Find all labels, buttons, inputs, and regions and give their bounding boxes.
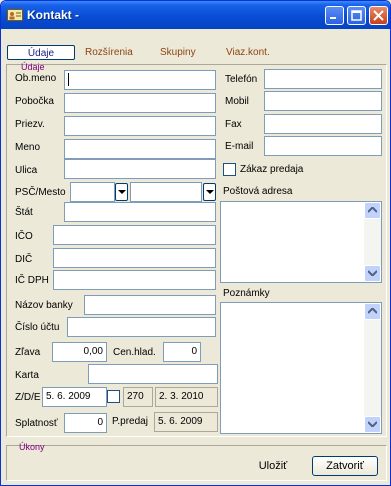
nazov-banky-input[interactable] bbox=[84, 295, 216, 315]
tab-udaje[interactable]: Údaje bbox=[7, 45, 75, 60]
scroll-up-button[interactable] bbox=[364, 202, 381, 219]
email-input[interactable] bbox=[264, 136, 382, 156]
postova-adresa-textarea[interactable] bbox=[220, 201, 382, 283]
cislo-uctu-label: Číslo účtu bbox=[15, 322, 60, 333]
zde-date2-field: 2. 3. 2010 bbox=[155, 387, 218, 407]
mesto-input[interactable] bbox=[130, 182, 202, 202]
telefon-label: Telefón bbox=[225, 74, 258, 85]
close-button[interactable]: Zatvoriť bbox=[312, 456, 378, 476]
chevron-up-icon bbox=[368, 207, 377, 213]
poznamky-textarea[interactable] bbox=[220, 302, 382, 434]
chevron-up-icon bbox=[368, 308, 377, 314]
psc-mesto-label: PSČ/Mesto bbox=[15, 187, 66, 198]
zakaz-predaja-checkbox[interactable] bbox=[223, 163, 236, 176]
zlava-label: Zľava bbox=[15, 347, 41, 358]
contact-window: Kontakt - Údaje Rozšírenia Skupiny Viaz.… bbox=[0, 0, 391, 486]
nazov-banky-label: Názov banky bbox=[15, 300, 73, 311]
contact-card-icon bbox=[7, 9, 23, 21]
cislo-uctu-input[interactable] bbox=[67, 317, 216, 337]
zde-date-input[interactable]: 5. 6. 2009 bbox=[42, 387, 107, 407]
tab-viaz-kont[interactable]: Viaz.kont. bbox=[226, 45, 270, 60]
ulica-input[interactable] bbox=[64, 159, 216, 179]
p-predaj-label: P.predaj bbox=[112, 416, 148, 427]
splatnost-input[interactable]: 0 bbox=[64, 413, 107, 433]
ico-label: IČO bbox=[15, 231, 33, 242]
mobil-label: Mobil bbox=[225, 96, 249, 107]
save-button[interactable]: Uložiť bbox=[248, 456, 298, 476]
dic-input[interactable] bbox=[53, 248, 216, 268]
text-cursor bbox=[68, 72, 69, 86]
tab-skupiny[interactable]: Skupiny bbox=[160, 45, 196, 60]
ob-meno-label: Ob.meno bbox=[15, 73, 57, 84]
chevron-down-icon bbox=[368, 421, 377, 427]
chevron-down-icon bbox=[368, 270, 377, 276]
ob-meno-input[interactable] bbox=[64, 70, 216, 90]
pobocka-label: Pobočka bbox=[15, 96, 54, 107]
dic-label: DIČ bbox=[15, 254, 33, 265]
scroll-down-button[interactable] bbox=[364, 416, 381, 433]
stat-input[interactable] bbox=[64, 202, 216, 222]
fax-input[interactable] bbox=[264, 114, 382, 134]
mesto-dropdown-button[interactable] bbox=[203, 183, 216, 201]
zde-number-field: 270 bbox=[123, 387, 153, 407]
maximize-icon bbox=[351, 10, 362, 21]
priezv-label: Priezv. bbox=[15, 119, 45, 130]
tab-rozsirenia[interactable]: Rozšírenia bbox=[85, 45, 133, 60]
priezvisko-input[interactable] bbox=[64, 116, 216, 136]
scroll-down-button[interactable] bbox=[364, 265, 381, 282]
p-predaj-field: 5. 6. 2009 bbox=[154, 412, 218, 432]
close-icon bbox=[373, 10, 384, 21]
ulica-label: Ulica bbox=[15, 165, 38, 176]
scroll-up-button[interactable] bbox=[364, 303, 381, 320]
pobocka-input[interactable] bbox=[64, 93, 216, 113]
postova-adresa-label: Poštová adresa bbox=[223, 186, 293, 197]
zlava-input[interactable]: 0,00 bbox=[52, 342, 107, 362]
karta-input[interactable] bbox=[88, 364, 218, 384]
close-window-button[interactable] bbox=[369, 6, 388, 25]
postova-adresa-scrollbar[interactable] bbox=[364, 202, 381, 282]
minimize-button[interactable] bbox=[325, 6, 344, 25]
title-bar[interactable]: Kontakt - bbox=[1, 1, 390, 29]
poznamky-label: Poznámky bbox=[223, 288, 270, 299]
telefon-input[interactable] bbox=[264, 69, 382, 89]
email-label: E-mail bbox=[225, 141, 254, 152]
psc-dropdown-button[interactable] bbox=[115, 183, 128, 201]
psc-input[interactable] bbox=[70, 182, 115, 202]
maximize-button[interactable] bbox=[347, 6, 366, 25]
zde-checkbox[interactable] bbox=[107, 390, 120, 403]
ico-input[interactable] bbox=[53, 225, 216, 245]
meno-input[interactable] bbox=[64, 139, 216, 159]
ic-dph-label: IČ DPH bbox=[15, 275, 49, 286]
chevron-down-icon bbox=[118, 190, 126, 194]
meno-label: Meno bbox=[15, 142, 41, 153]
zakaz-predaja-label: Zákaz predaja bbox=[240, 164, 304, 175]
fax-label: Fax bbox=[225, 119, 242, 130]
cen-hlad-label: Cen.hlad. bbox=[113, 347, 156, 358]
chevron-down-icon bbox=[206, 190, 214, 194]
ic-dph-input[interactable] bbox=[53, 270, 216, 290]
mobil-input[interactable] bbox=[264, 91, 382, 111]
poznamky-scrollbar[interactable] bbox=[364, 303, 381, 433]
splatnost-label: Splatnosť bbox=[15, 418, 58, 429]
cen-hlad-input[interactable]: 0 bbox=[163, 342, 201, 362]
stat-label: Štát bbox=[15, 207, 33, 218]
window-title: Kontakt - bbox=[27, 8, 79, 22]
details-group-label: Údaje bbox=[21, 62, 45, 72]
karta-label: Karta bbox=[15, 370, 39, 381]
actions-group-label: Úkony bbox=[19, 442, 45, 452]
zde-label: Z/D/E bbox=[15, 392, 41, 403]
minimize-icon bbox=[330, 17, 336, 19]
